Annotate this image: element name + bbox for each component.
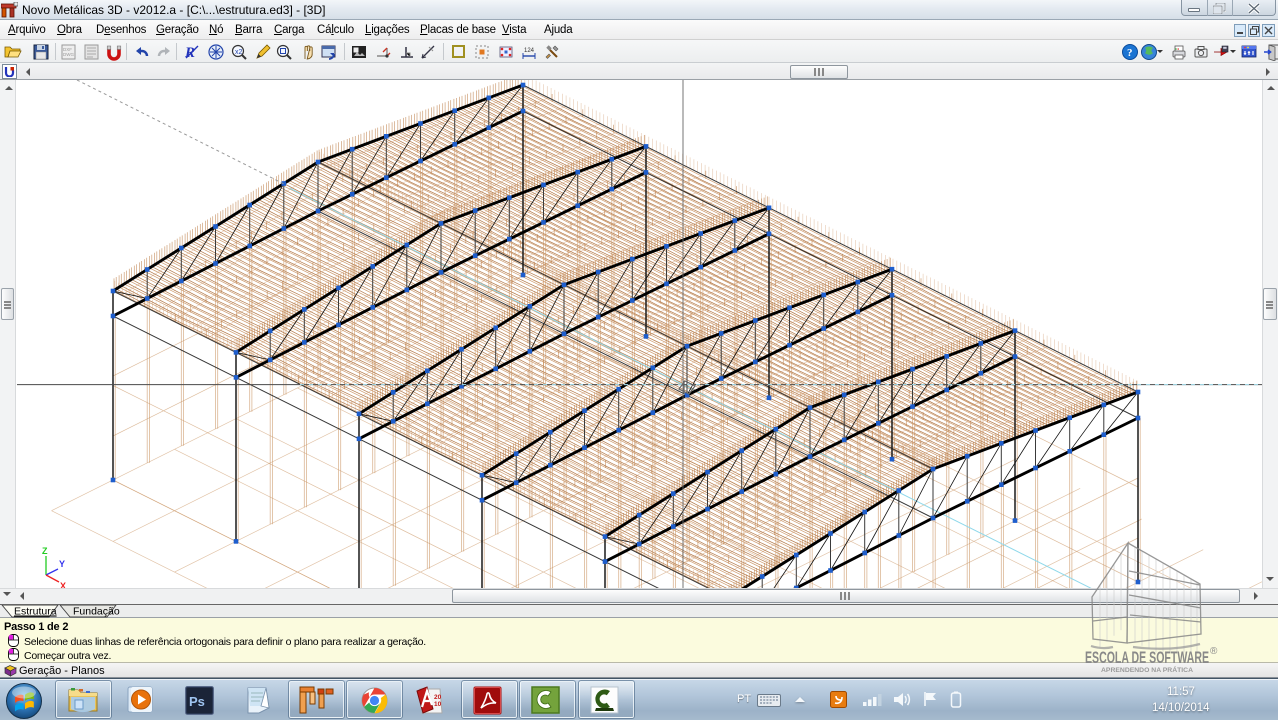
svg-text:Ps: Ps [189, 694, 205, 709]
svg-text:Fundação: Fundação [73, 606, 120, 618]
svg-text:Estrutura: Estrutura [14, 606, 57, 618]
svg-text:10: 10 [434, 701, 442, 708]
svg-text:20: 20 [434, 694, 442, 701]
svg-text:R: R [184, 45, 195, 61]
svg-text:®: ® [1210, 646, 1218, 657]
svg-text:124: 124 [524, 48, 535, 54]
svg-text:?: ? [1127, 47, 1133, 59]
svg-text:APRENDENDO NA PRÁTICA: APRENDENDO NA PRÁTICA [1101, 667, 1194, 674]
svg-text:x2: x2 [235, 49, 243, 56]
svg-text:Z: Z [42, 546, 48, 556]
svg-text:DWG: DWG [63, 52, 74, 57]
svg-text:Y: Y [59, 559, 65, 569]
svg-text:ESCOLA DE SOFTWARE: ESCOLA DE SOFTWARE [1085, 648, 1209, 667]
